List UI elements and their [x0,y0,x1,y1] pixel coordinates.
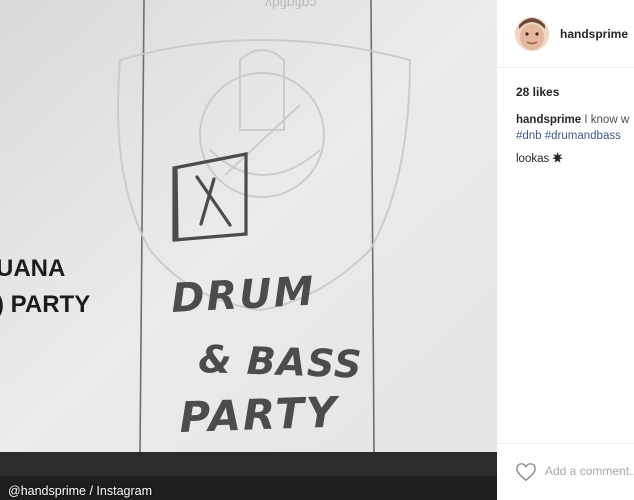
comment-username[interactable]: lookas [516,153,549,165]
handwriting-line-1: DRUM [170,268,317,321]
printed-text-line-2: ) PARTY [0,291,90,318]
footer-divider [497,443,634,444]
likes-count[interactable]: 28 likes [516,85,559,99]
avatar[interactable] [515,17,549,51]
post-username[interactable]: handsprime [560,27,628,41]
caption: handsprime I know w #dnb #drumandbass [516,112,629,144]
printed-text-line-1: UANA [0,255,65,282]
photo-credit: @handsprime / Instagram [8,484,153,498]
comment-row: lookas [516,152,564,165]
burst-icon [552,152,564,163]
svg-text:ʌpᴉɟɓᴉɟɓɔ: ʌpᴉɟɓᴉɟɓɔ [265,0,316,9]
caption-hashtags[interactable]: #dnb #drumandbass [516,130,621,142]
post-sidebar: handsprime 28 likes handsprime I know w … [497,0,634,500]
header-divider [497,67,634,68]
caption-text: I know w [584,114,630,126]
paper-photo-drawing: ʌpᴉɟɓᴉɟɓɔ UANA ) PARTY DRUM & BASS PARTY [0,0,497,500]
caption-username[interactable]: handsprime [516,114,581,126]
handwriting-line-2: & BASS [198,337,364,387]
post-photo: ʌpᴉɟɓᴉɟɓɔ UANA ) PARTY DRUM & BASS PARTY [0,0,497,500]
handwriting-line-3: PARTY [179,387,341,442]
paper-sheet [0,0,497,452]
add-comment-input[interactable]: Add a comment... [545,464,634,478]
heart-icon[interactable] [515,462,537,482]
avatar-face-icon [515,17,549,51]
